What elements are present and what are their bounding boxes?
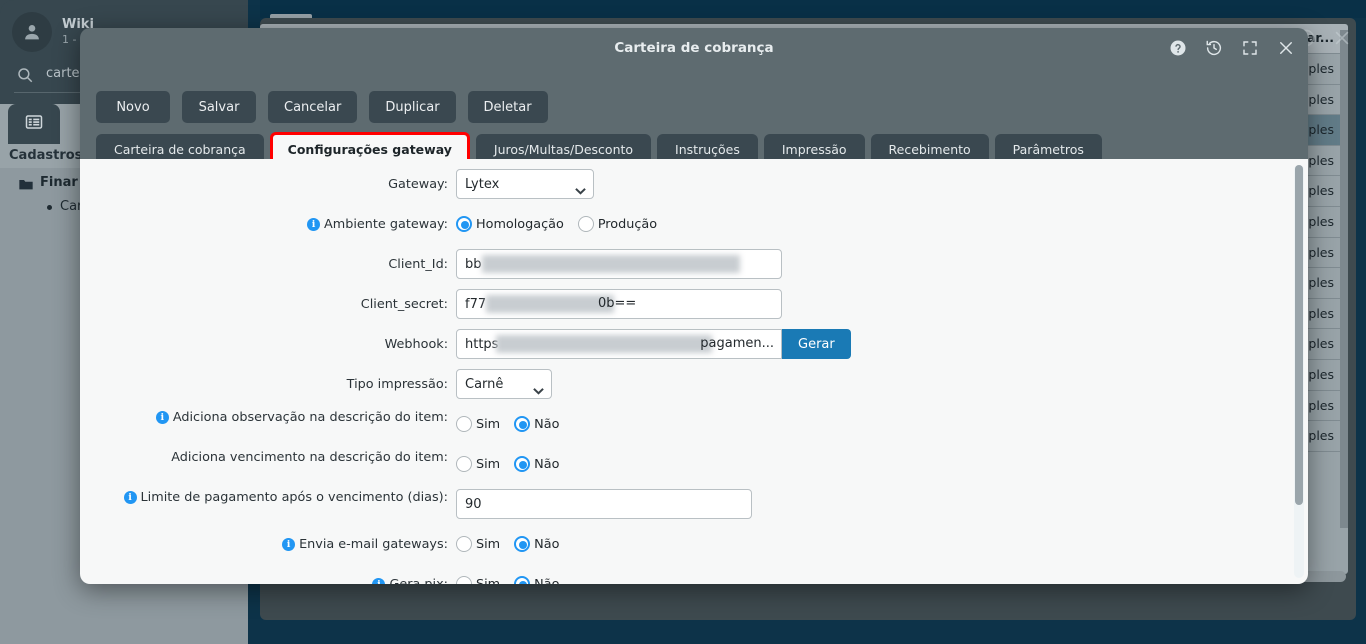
adiciona-observacao-nao-label: Não <box>534 416 560 432</box>
client-id-input[interactable] <box>456 249 782 279</box>
adiciona-vencimento-sim-label: Sim <box>476 456 501 472</box>
radio-dot[interactable] <box>456 576 472 584</box>
grid-vertical-scrollbar[interactable] <box>1340 30 1348 528</box>
field-client-id-label: Client_Id: <box>388 257 448 272</box>
history-icon[interactable] <box>1204 38 1224 58</box>
search-icon <box>16 66 34 84</box>
toolbar-button-salvar[interactable]: Salvar <box>182 91 256 123</box>
list-icon <box>25 113 43 135</box>
field-envia-email-label: i Envia e-mail gateways: <box>80 537 448 553</box>
field-webhook-label: Webhook: <box>384 337 448 352</box>
radio-dot[interactable] <box>577 216 594 232</box>
gerar-webhook-button[interactable]: Gerar <box>782 329 851 359</box>
field-envia-email: i Envia e-mail gateways: Sim Não <box>80 536 1290 577</box>
field-gera-pix: iGera pix: Sim Não <box>80 576 1290 584</box>
radio-dot[interactable] <box>456 416 472 432</box>
field-ambiente-label: i Ambiente gateway: <box>80 217 448 233</box>
ambiente-radio-homologacao-label: Homologação <box>476 216 564 232</box>
radio-dot-selected[interactable] <box>514 456 531 472</box>
sidebar-section-label: Cadastros <box>9 148 83 163</box>
modal-toolbar: Novo Salvar Cancelar Duplicar Deletar <box>96 91 548 123</box>
field-ambiente-label-text: Ambiente gateway: <box>324 217 448 232</box>
toolbar-button-novo[interactable]: Novo <box>96 91 170 123</box>
sidebar-item-financeiro[interactable]: Finar <box>40 175 78 190</box>
modal-vertical-scrollbar[interactable] <box>1294 165 1304 578</box>
ambiente-radio-producao[interactable]: Produção <box>577 216 658 232</box>
content-topbar <box>260 0 1366 18</box>
field-webhook: Webhook: pagamen... Gerar <box>80 329 1290 377</box>
toolbar-button-cancelar[interactable]: Cancelar <box>268 91 358 123</box>
envia-email-sim-label: Sim <box>476 536 501 552</box>
ambiente-radio-homologacao[interactable]: Homologação <box>456 216 564 232</box>
modal-vertical-scrollbar-thumb[interactable] <box>1295 165 1303 505</box>
field-gateway-label: Gateway: <box>388 177 448 192</box>
gateway-select[interactable]: Lytex <box>456 169 594 199</box>
modal-titlebar: Carteira de cobrança <box>80 28 1308 70</box>
client-secret-suffix: 0b== <box>598 296 637 311</box>
field-adiciona-observacao-label: i Adiciona observação na descrição do ite… <box>80 410 448 426</box>
envia-email-radio-nao[interactable]: Não <box>514 536 559 552</box>
user-subtitle: 1 - <box>62 33 77 46</box>
gera-pix-radio-nao[interactable]: Não <box>514 576 559 584</box>
radio-dot-selected[interactable] <box>514 416 531 432</box>
info-icon[interactable]: i <box>307 218 321 231</box>
gateway-settings-form: Gateway: Lytex i Ambiente gateway: Homol… <box>80 159 1290 584</box>
tipo-impressao-select[interactable]: Carnê <box>456 369 552 399</box>
gera-pix-radio-group: Sim Não <box>456 569 559 584</box>
gera-pix-radio-sim[interactable]: Sim <box>456 576 500 584</box>
ambiente-radio-producao-label: Produção <box>597 216 658 232</box>
adiciona-vencimento-radio-sim[interactable]: Sim <box>456 456 500 472</box>
adiciona-vencimento-radio-group: Sim Não <box>456 449 559 479</box>
close-icon[interactable] <box>1276 38 1296 58</box>
avatar[interactable] <box>12 12 52 52</box>
envia-email-nao-label: Não <box>534 536 560 552</box>
field-limite-pagamento-label: i Limite de pagamento após o vencimento (… <box>80 490 448 506</box>
field-limite-pagamento-label-text: Limite de pagamento após o vencimento (d… <box>140 490 448 505</box>
adiciona-vencimento-nao-label: Não <box>534 456 560 472</box>
adiciona-observacao-radio-group: Sim Não <box>456 409 559 439</box>
gera-pix-sim-label: Sim <box>476 576 501 585</box>
close-icon[interactable] <box>1332 28 1352 48</box>
field-adiciona-observacao-label-text: Adiciona observação na descrição do item… <box>172 410 448 425</box>
field-client-secret-label: Client_secret: <box>360 297 448 312</box>
info-icon[interactable]: i <box>155 411 169 424</box>
radio-dot-selected[interactable] <box>514 536 531 552</box>
toolbar-button-deletar[interactable]: Deletar <box>467 91 548 123</box>
field-gera-pix-label-text: Gera pix: <box>389 577 448 584</box>
help-icon[interactable] <box>1168 38 1188 58</box>
adiciona-observacao-radio-sim[interactable]: Sim <box>456 416 500 432</box>
search-input[interactable]: carte <box>46 66 80 81</box>
folder-icon <box>18 176 34 190</box>
radio-dot-selected[interactable] <box>456 216 472 232</box>
modal-title: Carteira de cobrança <box>614 40 774 56</box>
info-icon[interactable]: i <box>123 491 137 504</box>
limite-pagamento-input[interactable] <box>456 489 752 519</box>
field-limite-pagamento: i Limite de pagamento após o vencimento (… <box>80 489 1290 537</box>
field-tipo-impressao-label: Tipo impressão: <box>346 377 448 392</box>
sidebar-tab-cadastros[interactable] <box>8 104 60 144</box>
radio-dot-selected[interactable] <box>514 576 531 584</box>
envia-email-radio-sim[interactable]: Sim <box>456 536 500 552</box>
field-envia-email-label-text: Envia e-mail gateways: <box>299 537 448 552</box>
adiciona-vencimento-radio-nao[interactable]: Não <box>514 456 559 472</box>
ambiente-radio-group: Homologação Produção <box>456 209 657 239</box>
adiciona-observacao-sim-label: Sim <box>476 416 501 432</box>
radio-dot[interactable] <box>456 456 472 472</box>
toolbar-button-duplicar[interactable]: Duplicar <box>369 91 456 123</box>
field-gera-pix-label: iGera pix: <box>80 577 448 584</box>
envia-email-radio-group: Sim Não <box>456 529 559 559</box>
radio-dot[interactable] <box>456 536 472 552</box>
modal-body: Gateway: Lytex i Ambiente gateway: Homol… <box>80 159 1308 584</box>
webhook-suffix: pagamen... <box>700 336 774 351</box>
modal-carteira-de-cobranca: Carteira de cobrança Novo Salvar Cancelar D… <box>80 28 1308 584</box>
gera-pix-nao-label: Não <box>534 576 560 585</box>
fullscreen-icon[interactable] <box>1240 38 1260 58</box>
field-gateway: Gateway: Lytex <box>80 169 1290 217</box>
modal-window-controls <box>1168 38 1296 58</box>
bullet-icon <box>47 205 52 210</box>
adiciona-observacao-radio-nao[interactable]: Não <box>514 416 559 432</box>
field-adiciona-vencimento-label: Adiciona vencimento na descrição do item… <box>171 450 448 465</box>
info-icon[interactable]: i <box>282 538 296 551</box>
info-icon[interactable]: i <box>372 578 386 584</box>
